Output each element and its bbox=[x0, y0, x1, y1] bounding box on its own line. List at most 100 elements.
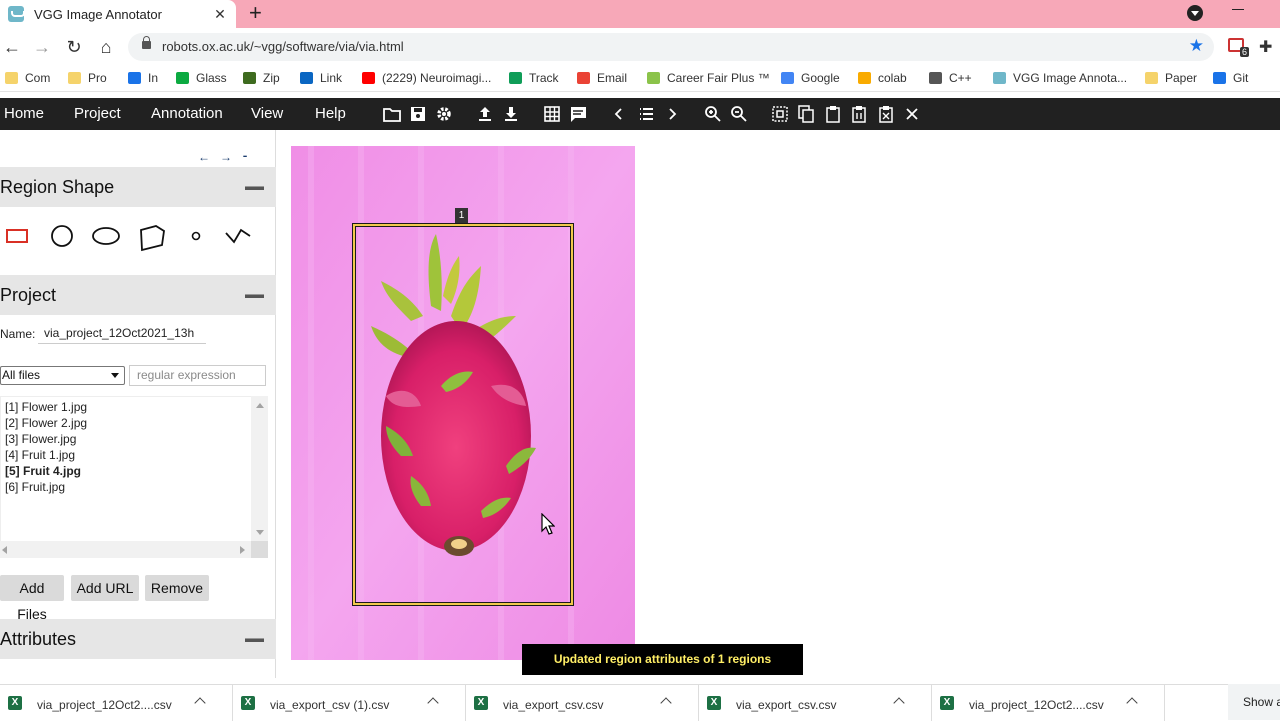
file-list-vertical-scrollbar[interactable] bbox=[251, 396, 268, 541]
reload-icon[interactable]: ↻ bbox=[62, 35, 86, 59]
bookmark-item[interactable]: Git bbox=[1213, 71, 1248, 85]
download-item[interactable]: Xvia_project_12Oct2....csv bbox=[0, 685, 233, 721]
menu-annotation[interactable]: Annotation bbox=[151, 105, 223, 122]
download-item[interactable]: Xvia_project_12Oct2....csv bbox=[932, 685, 1165, 721]
save-icon[interactable] bbox=[407, 103, 429, 125]
annotation-editor-icon[interactable] bbox=[567, 103, 589, 125]
file-list-item[interactable]: [2] Flower 2.jpg bbox=[5, 416, 87, 430]
previous-image-icon[interactable] bbox=[608, 103, 630, 125]
bookmark-item[interactable]: Pro bbox=[68, 71, 107, 85]
chevron-up-icon[interactable] bbox=[1126, 697, 1138, 709]
home-icon[interactable]: ⌂ bbox=[94, 35, 118, 59]
bookmark-item[interactable]: C++ bbox=[929, 71, 972, 85]
import-upload-icon[interactable] bbox=[474, 103, 496, 125]
chevron-up-icon[interactable] bbox=[427, 697, 439, 709]
via-favicon-icon bbox=[8, 6, 25, 22]
bookmark-item[interactable]: In bbox=[128, 71, 158, 85]
rectangle-shape-icon[interactable] bbox=[5, 224, 29, 248]
project-header[interactable]: Project bbox=[0, 275, 276, 315]
regex-filter-input[interactable]: regular expression bbox=[129, 365, 266, 386]
paste-region-icon[interactable] bbox=[822, 103, 844, 125]
chevron-up-icon[interactable] bbox=[893, 697, 905, 709]
new-tab-icon[interactable]: + bbox=[249, 1, 262, 25]
add-url-button[interactable]: Add URL bbox=[71, 575, 139, 601]
settings-gear-icon[interactable] bbox=[433, 103, 455, 125]
file-list-item[interactable]: [4] Fruit 1.jpg bbox=[5, 448, 75, 462]
region-shape-header[interactable]: Region Shape bbox=[0, 167, 276, 207]
scroll-right-icon[interactable] bbox=[240, 546, 245, 554]
file-list-item[interactable]: [3] Flower.jpg bbox=[5, 432, 76, 446]
circle-shape-icon[interactable] bbox=[50, 224, 74, 248]
bookmark-label: Track bbox=[529, 71, 559, 85]
bookmark-item[interactable]: Google bbox=[781, 71, 840, 85]
open-folder-icon[interactable] bbox=[381, 103, 403, 125]
bookmark-item[interactable]: (2229) Neuroimagi... bbox=[362, 71, 491, 85]
window-minimize-icon[interactable] bbox=[1232, 9, 1244, 10]
bookmark-item[interactable]: colab bbox=[858, 71, 907, 85]
bookmark-item[interactable]: Career Fair Plus ™ bbox=[647, 71, 770, 85]
bookmark-item[interactable]: Email bbox=[577, 71, 627, 85]
chevron-up-icon[interactable] bbox=[194, 697, 206, 709]
polygon-shape-icon[interactable] bbox=[138, 224, 166, 252]
polyline-shape-icon[interactable] bbox=[224, 224, 252, 248]
menu-view[interactable]: View bbox=[251, 105, 283, 122]
file-filter-select[interactable]: All files bbox=[0, 366, 125, 385]
forward-icon[interactable]: → bbox=[30, 35, 54, 59]
bookmark-item[interactable]: Paper bbox=[1145, 71, 1197, 85]
bookmark-star-icon[interactable]: ★ bbox=[1189, 36, 1204, 56]
file-list-item[interactable]: [5] Fruit 4.jpg bbox=[5, 464, 81, 478]
file-list-horizontal-scrollbar[interactable] bbox=[0, 541, 251, 558]
bookmark-item[interactable]: Track bbox=[509, 71, 559, 85]
remove-button[interactable]: Remove bbox=[145, 575, 209, 601]
add-files-button[interactable]: Add Files bbox=[0, 575, 64, 622]
bookmark-item[interactable]: VGG Image Annota... bbox=[993, 71, 1127, 85]
gmail-icon bbox=[577, 72, 590, 84]
attributes-header[interactable]: Attributes bbox=[0, 619, 276, 659]
grid-view-icon[interactable] bbox=[541, 103, 563, 125]
bookmark-item[interactable]: Zip bbox=[243, 71, 280, 85]
url-field[interactable]: robots.ox.ac.uk/~vgg/software/via/via.ht… bbox=[128, 33, 1214, 61]
scroll-left-icon[interactable] bbox=[2, 546, 7, 554]
chevron-up-icon[interactable] bbox=[660, 697, 672, 709]
project-name-input[interactable]: via_project_12Oct2021_13h bbox=[38, 322, 206, 344]
menu-project[interactable]: Project bbox=[74, 105, 121, 122]
browser-tab[interactable]: VGG Image Annotator ✕ bbox=[0, 0, 236, 28]
bookmark-item[interactable]: Link bbox=[300, 71, 342, 85]
bookmark-item[interactable]: Glass bbox=[176, 71, 227, 85]
delete-region-icon[interactable] bbox=[875, 103, 897, 125]
menu-home[interactable]: Home bbox=[4, 105, 44, 122]
menu-help[interactable]: Help bbox=[315, 105, 346, 122]
next-image-icon[interactable] bbox=[661, 103, 683, 125]
bookmark-item[interactable]: Com bbox=[5, 71, 50, 85]
zoom-in-icon[interactable] bbox=[702, 103, 724, 125]
collapse-icon[interactable] bbox=[245, 186, 264, 190]
point-shape-icon[interactable] bbox=[189, 224, 203, 248]
sidebar-resize-arrows-icon[interactable]: ←→⁃ bbox=[198, 150, 276, 164]
file-list-item[interactable]: [1] Flower 1.jpg bbox=[5, 400, 87, 414]
download-item[interactable]: Xvia_export_csv.csv bbox=[699, 685, 932, 721]
scroll-down-icon[interactable] bbox=[256, 530, 264, 535]
annotation-region-box[interactable] bbox=[352, 223, 574, 606]
tab-search-icon[interactable] bbox=[1187, 5, 1203, 21]
file-list-item[interactable]: [6] Fruit.jpg bbox=[5, 480, 65, 494]
select-all-regions-icon[interactable] bbox=[769, 103, 791, 125]
image-list-icon[interactable] bbox=[635, 103, 657, 125]
download-item[interactable]: Xvia_export_csv (1).csv bbox=[233, 685, 466, 721]
bookmark-label: Paper bbox=[1165, 71, 1198, 85]
export-download-icon[interactable] bbox=[500, 103, 522, 125]
zoom-out-icon[interactable] bbox=[728, 103, 750, 125]
copy-region-icon[interactable] bbox=[795, 103, 817, 125]
tab-close-icon[interactable]: ✕ bbox=[210, 6, 230, 23]
paste-n-regions-icon[interactable] bbox=[848, 103, 870, 125]
ellipse-shape-icon[interactable] bbox=[92, 224, 120, 248]
extension-mail-icon[interactable]: 6 bbox=[1228, 38, 1249, 57]
collapse-icon[interactable] bbox=[245, 294, 264, 298]
close-icon[interactable] bbox=[901, 103, 923, 125]
extensions-puzzle-icon[interactable]: ✚ bbox=[1259, 37, 1272, 57]
back-icon[interactable]: ← bbox=[0, 35, 24, 59]
show-all-downloads-button[interactable]: Show all bbox=[1228, 684, 1280, 720]
collapse-icon[interactable] bbox=[245, 638, 264, 642]
download-item[interactable]: Xvia_export_csv.csv bbox=[466, 685, 699, 721]
region-id-label: 1 bbox=[455, 208, 468, 223]
scroll-up-icon[interactable] bbox=[256, 403, 264, 408]
